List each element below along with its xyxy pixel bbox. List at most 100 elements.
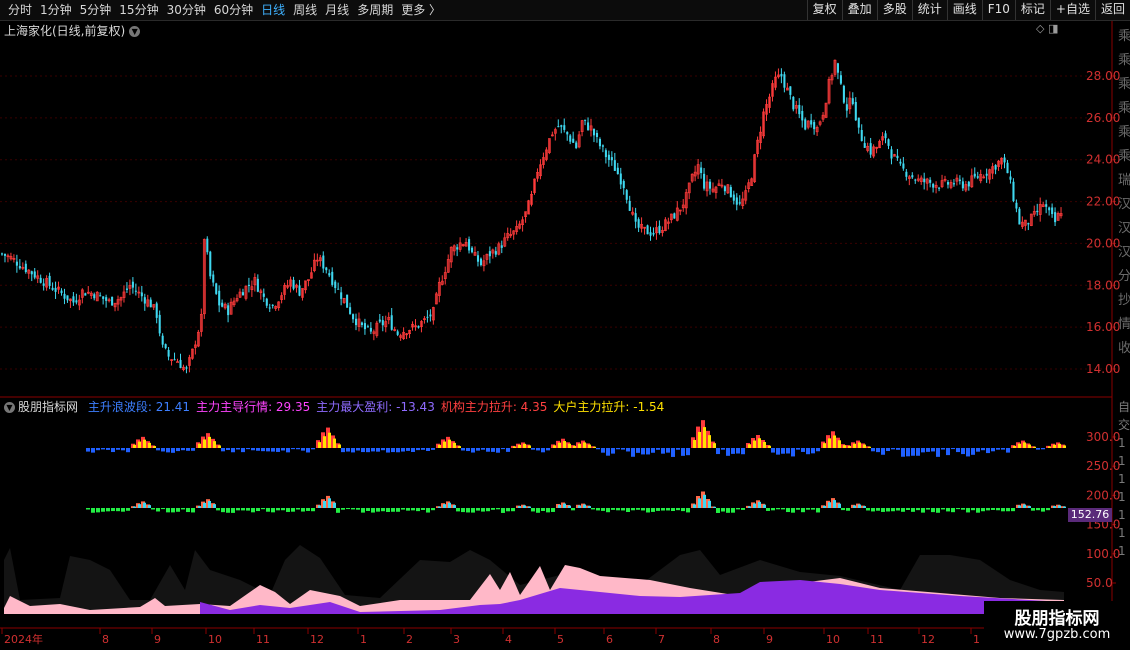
action-button-6[interactable]: 标记 bbox=[1014, 0, 1050, 20]
chart-header-icons[interactable]: ◇ ◨ bbox=[1036, 22, 1058, 35]
hist-bar-yellow bbox=[1058, 443, 1061, 448]
osc-bar-cyan bbox=[838, 503, 841, 508]
indicator-tick-label: 200.0 bbox=[1086, 488, 1120, 502]
hist-bar-yellow bbox=[1013, 445, 1016, 448]
candle-body bbox=[575, 142, 578, 149]
indicator-tick-label: 250.0 bbox=[1086, 459, 1120, 473]
candle-body bbox=[60, 290, 63, 294]
osc-bar-down bbox=[716, 508, 720, 513]
hist-bar-down bbox=[936, 448, 940, 457]
action-button-0[interactable]: 复权 bbox=[806, 0, 842, 20]
indicator-collapse-icon[interactable]: ▼ bbox=[4, 402, 15, 413]
action-button-3[interactable]: 统计 bbox=[911, 0, 947, 20]
osc-bar-down bbox=[601, 508, 605, 511]
candle-body bbox=[967, 181, 970, 187]
hist-bar-yellow bbox=[453, 442, 456, 448]
candle-body bbox=[340, 292, 343, 299]
period-tab-1[interactable]: 1分钟 bbox=[36, 0, 76, 20]
osc-bar-down bbox=[231, 508, 235, 513]
osc-bar-down bbox=[681, 508, 685, 512]
osc-bar-down bbox=[531, 508, 535, 512]
osc-bar-cyan bbox=[1053, 506, 1056, 508]
candle-body bbox=[914, 179, 917, 181]
period-tab-5[interactable]: 60分钟 bbox=[210, 0, 257, 20]
osc-bar-down bbox=[961, 508, 965, 510]
action-button-5[interactable]: F10 bbox=[981, 0, 1015, 20]
hist-bar-down bbox=[811, 448, 815, 454]
period-tab-6[interactable]: 日线 bbox=[257, 0, 289, 20]
x-tick-label: 10 bbox=[208, 633, 222, 646]
period-tab-3[interactable]: 15分钟 bbox=[115, 0, 162, 20]
osc-bar-cyan bbox=[448, 502, 451, 508]
osc-bar-down bbox=[1041, 508, 1045, 512]
action-button-4[interactable]: 画线 bbox=[946, 0, 982, 20]
action-button-1[interactable]: 叠加 bbox=[841, 0, 877, 20]
hist-bar-down bbox=[726, 448, 730, 456]
hist-bar-yellow bbox=[518, 444, 521, 448]
period-tab-4[interactable]: 30分钟 bbox=[163, 0, 210, 20]
chart-canvas[interactable]: 14.00 16.00 18.00 20.00 22.00 24.00 26.00 28.00… bbox=[0, 21, 1130, 650]
action-button-8[interactable]: 返回 bbox=[1094, 0, 1130, 20]
hist-bar-yellow bbox=[568, 443, 571, 448]
osc-bar-cyan bbox=[143, 502, 146, 508]
hist-bar-down bbox=[431, 448, 435, 450]
period-tab-8[interactable]: 月线 bbox=[321, 0, 353, 20]
osc-bar-down bbox=[786, 508, 790, 513]
hist-bar-down bbox=[286, 448, 290, 453]
candle-body bbox=[836, 63, 839, 73]
osc-bar-down bbox=[916, 508, 920, 511]
osc-bar-down bbox=[626, 508, 630, 513]
collapse-icon[interactable]: ▼ bbox=[129, 26, 141, 37]
osc-bar-cyan bbox=[208, 500, 211, 508]
candle-body bbox=[1009, 176, 1012, 180]
osc-bar-down bbox=[476, 508, 480, 511]
candle-body bbox=[896, 155, 899, 159]
candle-body bbox=[378, 319, 381, 322]
hist-bar-down bbox=[351, 448, 355, 453]
indicator-side-label: 1 bbox=[1118, 490, 1126, 504]
hist-bar-down bbox=[416, 448, 420, 451]
hist-bar-yellow bbox=[853, 443, 856, 448]
candle-body bbox=[349, 307, 352, 314]
hist-bar-down bbox=[716, 448, 720, 455]
hist-bar-yellow bbox=[583, 442, 586, 448]
period-tab-9[interactable]: 多周期 bbox=[353, 0, 397, 20]
hist-bar-yellow bbox=[208, 436, 211, 448]
candle-body bbox=[566, 131, 569, 135]
hist-bar-down bbox=[886, 448, 890, 452]
hist-bar-yellow bbox=[328, 432, 331, 448]
hist-bar-down bbox=[276, 448, 280, 452]
hist-bar-down bbox=[306, 448, 310, 453]
hist-bar-yellow bbox=[833, 435, 836, 448]
candle-body bbox=[51, 287, 54, 290]
hist-bar-down bbox=[996, 448, 1000, 450]
period-tab-7[interactable]: 周线 bbox=[289, 0, 321, 20]
hist-bar-down bbox=[106, 448, 110, 450]
period-tab-10[interactable]: 更多 〉 bbox=[397, 0, 445, 20]
candle-body bbox=[366, 326, 369, 328]
osc-bar-down bbox=[541, 508, 545, 512]
action-button-7[interactable]: +自选 bbox=[1049, 0, 1095, 20]
candle-body bbox=[262, 293, 265, 297]
osc-bar-down bbox=[461, 508, 465, 513]
candle-body bbox=[209, 251, 212, 277]
hist-bar-yellow bbox=[198, 443, 201, 448]
hist-bar-down bbox=[676, 448, 680, 450]
period-tab-0[interactable]: 分时 bbox=[4, 0, 36, 20]
osc-bar-down bbox=[241, 508, 245, 511]
hist-bar-down bbox=[946, 448, 950, 456]
candle-body bbox=[610, 157, 613, 161]
osc-bar-down bbox=[981, 508, 985, 512]
x-tick-label: 7 bbox=[658, 633, 665, 646]
period-tab-2[interactable]: 5分钟 bbox=[76, 0, 116, 20]
action-button-2[interactable]: 多股 bbox=[876, 0, 912, 20]
chart-title-bar: 上海家化(日线,前复权) ▼ bbox=[4, 22, 141, 39]
osc-bar-down bbox=[431, 508, 435, 511]
osc-bar-down bbox=[421, 508, 425, 510]
candle-body bbox=[604, 150, 607, 158]
candle-body bbox=[652, 232, 655, 235]
hist-bar-yellow bbox=[763, 442, 766, 448]
side-glyph: 瑞 bbox=[1118, 173, 1130, 188]
osc-bar-down bbox=[546, 508, 550, 513]
candle-body bbox=[595, 132, 599, 137]
